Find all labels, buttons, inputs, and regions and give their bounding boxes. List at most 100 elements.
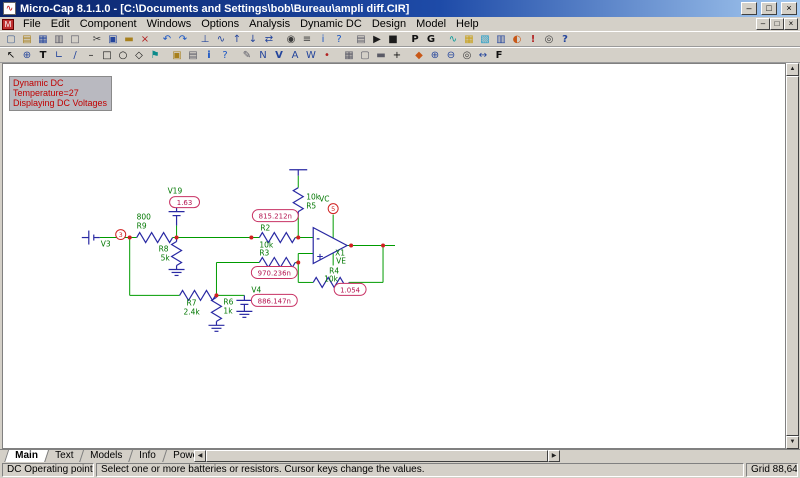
pan-icon[interactable]: ↔: [475, 48, 491, 62]
resistor-r4[interactable]: R4 10k 1.054: [312, 266, 367, 296]
zoom-in-icon[interactable]: ⊕: [427, 48, 443, 62]
animate-icon[interactable]: ◐: [509, 32, 525, 46]
line-mode-icon[interactable]: –: [83, 48, 99, 62]
picture-mode-icon[interactable]: ▣: [169, 48, 185, 62]
scroll-right-button[interactable]: ▶: [548, 450, 560, 462]
monte-carlo-icon[interactable]: ▦: [461, 32, 477, 46]
component-mode-icon[interactable]: ⊕: [19, 48, 35, 62]
select-mode-icon[interactable]: ↖: [3, 48, 19, 62]
horizontal-scroll-thumb[interactable]: [206, 450, 548, 462]
menu-options[interactable]: Options: [196, 17, 244, 31]
ellipse-mode-icon[interactable]: ○: [115, 48, 131, 62]
help-point-icon[interactable]: ?: [217, 48, 233, 62]
wire-mode-icon[interactable]: ∟: [51, 48, 67, 62]
go-icon[interactable]: G: [423, 32, 439, 46]
resistor-r5[interactable]: 10k R5: [292, 187, 321, 216]
scroll-down-button[interactable]: ▼: [786, 436, 799, 449]
scale-mode-icon[interactable]: ▤: [185, 48, 201, 62]
menu-analysis[interactable]: Analysis: [244, 17, 295, 31]
help-icon[interactable]: ?: [557, 32, 573, 46]
menu-file[interactable]: File: [18, 17, 46, 31]
probe-icon[interactable]: P: [407, 32, 423, 46]
scroll-up-button[interactable]: ▲: [786, 63, 799, 76]
find-repeat-icon[interactable]: ≡: [299, 32, 315, 46]
resistor-r7[interactable]: R7 2.4k: [179, 289, 216, 316]
menu-dynamic-dc[interactable]: Dynamic DC: [295, 17, 367, 31]
find-icon[interactable]: ◉: [283, 32, 299, 46]
ground-icon[interactable]: ⊥: [197, 32, 213, 46]
step-down-icon[interactable]: ↓: [245, 32, 261, 46]
menu-model[interactable]: Model: [411, 17, 451, 31]
waveform-icon[interactable]: ∿: [445, 32, 461, 46]
info-mode-icon[interactable]: i: [315, 32, 331, 46]
schematic-drawing[interactable]: V3 3 800 R9 V19 1.63 R8 5k 10k R5 R2 815…: [3, 64, 786, 449]
power-display-icon[interactable]: W: [303, 48, 319, 62]
child-restore-button[interactable]: □: [770, 18, 784, 30]
polygon-mode-icon[interactable]: ◇: [131, 48, 147, 62]
restore-button[interactable]: □: [761, 2, 777, 15]
minimize-button[interactable]: –: [741, 2, 757, 15]
menu-component[interactable]: Component: [75, 17, 142, 31]
magnify-icon[interactable]: ◎: [459, 48, 475, 62]
info-icon[interactable]: i: [201, 48, 217, 62]
resistor-r6[interactable]: R6 1k: [210, 295, 234, 326]
current-display-icon[interactable]: A: [287, 48, 303, 62]
flag-mode-icon[interactable]: ⚑: [147, 48, 163, 62]
resistor-r3[interactable]: 10k R3 970.236n: [250, 241, 298, 279]
point-to-point-icon[interactable]: ✎: [239, 48, 255, 62]
horizontal-scrollbar[interactable]: ◀ ▶: [194, 450, 560, 462]
color-palette-icon[interactable]: ◆: [411, 48, 427, 62]
new-circuit-icon[interactable]: ▢: [3, 32, 19, 46]
crosshair-icon[interactable]: +: [389, 48, 405, 62]
document-icon[interactable]: M: [2, 18, 14, 30]
resistor-r9[interactable]: 800 R9: [136, 213, 174, 244]
title-block-icon[interactable]: ▬: [373, 48, 389, 62]
child-close-button[interactable]: ×: [784, 18, 798, 30]
paste-icon[interactable]: ▬: [121, 32, 137, 46]
copy-icon[interactable]: ▣: [105, 32, 121, 46]
help-mode-icon[interactable]: ?: [331, 32, 347, 46]
undo-icon[interactable]: ↶: [159, 32, 175, 46]
vertical-scrollbar[interactable]: ▲ ▼: [786, 63, 799, 449]
save-file-icon[interactable]: ▦: [35, 32, 51, 46]
wires[interactable]: [99, 175, 395, 296]
three-d-plot-icon[interactable]: ▧: [477, 32, 493, 46]
step-up-icon[interactable]: ↑: [229, 32, 245, 46]
menu-design[interactable]: Design: [367, 17, 411, 31]
run-icon[interactable]: ▶: [369, 32, 385, 46]
grid-toggle-icon[interactable]: ▦: [341, 48, 357, 62]
font-icon[interactable]: F: [491, 48, 507, 62]
mirror-icon[interactable]: ⇄: [261, 32, 277, 46]
open-file-icon[interactable]: ▤: [19, 32, 35, 46]
child-minimize-button[interactable]: –: [756, 18, 770, 30]
node-voltages-icon[interactable]: V: [271, 48, 287, 62]
vertical-scroll-thumb[interactable]: [786, 76, 799, 436]
scroll-left-button[interactable]: ◀: [194, 450, 206, 462]
stop-icon[interactable]: ■: [385, 32, 401, 46]
close-button[interactable]: ×: [781, 2, 797, 15]
menu-edit[interactable]: Edit: [46, 17, 75, 31]
battery-v4[interactable]: V4 886.147n: [236, 285, 298, 312]
menu-windows[interactable]: Windows: [142, 17, 197, 31]
text-mode-icon[interactable]: T: [35, 48, 51, 62]
clear-icon[interactable]: ×: [137, 32, 153, 46]
cut-icon[interactable]: ✂: [89, 32, 105, 46]
schematic-page[interactable]: Dynamic DC Temperature=27 Displaying DC Vo…: [2, 63, 786, 449]
state-variables-icon[interactable]: !: [525, 32, 541, 46]
analysis-limits-icon[interactable]: ▤: [353, 32, 369, 46]
battery-v19[interactable]: V19 1.63: [168, 187, 201, 226]
menu-help[interactable]: Help: [451, 17, 484, 31]
battery-v3[interactable]: V3: [81, 230, 111, 249]
rectangle-mode-icon[interactable]: □: [99, 48, 115, 62]
performance-icon[interactable]: ▥: [493, 32, 509, 46]
border-toggle-icon[interactable]: ▢: [357, 48, 373, 62]
zoom-out-icon[interactable]: ⊖: [443, 48, 459, 62]
print-icon[interactable]: ▥: [51, 32, 67, 46]
diagonal-wire-mode-icon[interactable]: /: [67, 48, 83, 62]
node-numbers-icon[interactable]: N: [255, 48, 271, 62]
redo-icon[interactable]: ↷: [175, 32, 191, 46]
watch-icon[interactable]: ◎: [541, 32, 557, 46]
print-preview-icon[interactable]: □: [67, 32, 83, 46]
pin-connections-icon[interactable]: •: [319, 48, 335, 62]
sine-source-icon[interactable]: ∿: [213, 32, 229, 46]
